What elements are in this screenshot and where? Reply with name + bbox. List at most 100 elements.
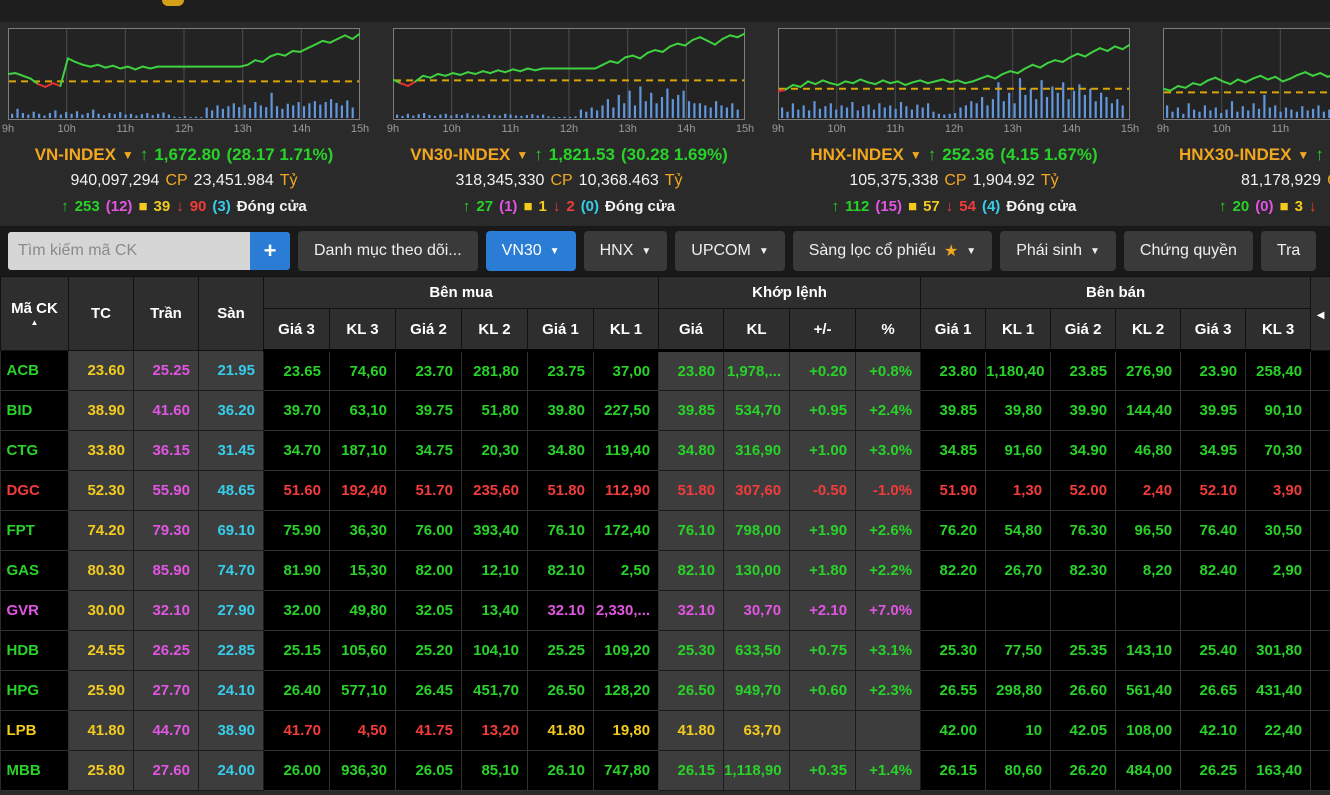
index-name-link[interactable]: HNX-INDEX [810, 142, 904, 168]
cell-buy-5[interactable]: 34.80 [528, 431, 594, 471]
cell-buy-5[interactable]: 51.80 [528, 471, 594, 511]
cell-match-3[interactable]: +0.95 [790, 391, 856, 431]
sort-asc-icon[interactable]: ▲ [1, 319, 68, 327]
cell-sell-6[interactable]: 258,40 [1246, 351, 1311, 391]
index-name-link[interactable]: VN-INDEX [35, 142, 116, 168]
header-buy-col[interactable]: KL 2 [462, 309, 528, 351]
cell-match-3[interactable]: +0.60 [790, 671, 856, 711]
header-scroll[interactable]: ◀ [1311, 277, 1330, 351]
cell-sell-5[interactable]: 42.10 [1181, 711, 1246, 751]
cell-match-1[interactable]: 51.80 [659, 471, 724, 511]
search-input[interactable] [8, 232, 250, 270]
cell-sell-4[interactable]: 108,00 [1116, 711, 1181, 751]
hnx30index-chart[interactable]: 9h10h11h12h13h14h15h [1163, 28, 1330, 138]
cell-buy-4[interactable]: 13,40 [462, 591, 528, 631]
cell-buy-1[interactable]: 41.70 [264, 711, 330, 751]
cell-buy-5[interactable]: 82.10 [528, 551, 594, 591]
cell-sell-6[interactable] [1246, 591, 1311, 631]
cell-sell-6[interactable]: 2,90 [1246, 551, 1311, 591]
cell-buy-1[interactable]: 81.90 [264, 551, 330, 591]
header-sell-col[interactable]: KL 2 [1116, 309, 1181, 351]
cell-sell-4[interactable]: 276,90 [1116, 351, 1181, 391]
cell-buy-4[interactable]: 451,70 [462, 671, 528, 711]
cell-match-4[interactable]: +2.6% [856, 511, 921, 551]
cell-sell-3[interactable]: 52.00 [1051, 471, 1116, 511]
header-sell-col[interactable]: Giá 1 [921, 309, 986, 351]
cell-match-4[interactable] [856, 711, 921, 751]
cell-buy-5[interactable]: 76.10 [528, 511, 594, 551]
cell-buy-2[interactable]: 15,30 [330, 551, 396, 591]
cell-sell-1[interactable]: 34.85 [921, 431, 986, 471]
chevron-down-icon[interactable]: ▼ [1297, 142, 1309, 168]
cell-sell-4[interactable]: 96,50 [1116, 511, 1181, 551]
cell-sell-5[interactable]: 34.95 [1181, 431, 1246, 471]
cell-buy-3[interactable]: 51.70 [396, 471, 462, 511]
chevron-down-icon[interactable]: ▼ [122, 142, 134, 168]
cell-ceiling[interactable]: 26.25 [134, 631, 199, 671]
cell-buy-1[interactable]: 34.70 [264, 431, 330, 471]
cell-buy-1[interactable]: 51.60 [264, 471, 330, 511]
cell-match-1[interactable]: 41.80 [659, 711, 724, 751]
cell-ceiling[interactable]: 55.90 [134, 471, 199, 511]
cell-match-3[interactable]: +1.80 [790, 551, 856, 591]
cell-buy-5[interactable]: 25.25 [528, 631, 594, 671]
scrollbar-track[interactable] [1311, 471, 1330, 511]
cell-match-1[interactable]: 76.10 [659, 511, 724, 551]
cell-buy-4[interactable]: 51,80 [462, 391, 528, 431]
header-floor[interactable]: Sàn [199, 277, 264, 351]
cell-symbol[interactable]: HDB [1, 631, 69, 671]
cell-sell-5[interactable]: 26.25 [1181, 751, 1246, 791]
cell-match-1[interactable]: 34.80 [659, 431, 724, 471]
cell-buy-5[interactable]: 41.80 [528, 711, 594, 751]
cell-sell-4[interactable]: 143,10 [1116, 631, 1181, 671]
cell-buy-4[interactable]: 20,30 [462, 431, 528, 471]
cell-sell-3[interactable]: 42.05 [1051, 711, 1116, 751]
cell-tc[interactable]: 38.90 [69, 391, 134, 431]
chevron-down-icon[interactable]: ▼ [516, 142, 528, 168]
toolbar-button-hnx[interactable]: HNX▼ [584, 231, 668, 271]
chevron-down-icon[interactable]: ▼ [910, 142, 922, 168]
cell-floor[interactable]: 24.00 [199, 751, 264, 791]
scrollbar-track[interactable] [1311, 631, 1330, 671]
cell-buy-5[interactable]: 23.75 [528, 351, 594, 391]
cell-ceiling[interactable]: 85.90 [134, 551, 199, 591]
cell-match-1[interactable]: 82.10 [659, 551, 724, 591]
cell-sell-5[interactable]: 82.40 [1181, 551, 1246, 591]
header-sell-col[interactable]: KL 3 [1246, 309, 1311, 351]
cell-sell-3[interactable] [1051, 591, 1116, 631]
cell-match-4[interactable]: +2.2% [856, 551, 921, 591]
cell-symbol[interactable]: GAS [1, 551, 69, 591]
vnindex-chart[interactable]: 9h10h11h12h13h14h15h [8, 28, 360, 138]
hnxindex-chart[interactable]: 9h10h11h12h13h14h15h [778, 28, 1130, 138]
cell-symbol[interactable]: CTG [1, 431, 69, 471]
cell-buy-6[interactable]: 109,20 [594, 631, 659, 671]
cell-buy-3[interactable]: 26.45 [396, 671, 462, 711]
cell-sell-1[interactable]: 76.20 [921, 511, 986, 551]
cell-sell-1[interactable]: 51.90 [921, 471, 986, 511]
cell-sell-4[interactable]: 561,40 [1116, 671, 1181, 711]
scroll-left-icon[interactable]: ◀ [1317, 310, 1325, 321]
cell-sell-3[interactable]: 25.35 [1051, 631, 1116, 671]
cell-buy-3[interactable]: 41.75 [396, 711, 462, 751]
cell-symbol[interactable]: BID [1, 391, 69, 431]
scrollbar-track[interactable] [1311, 591, 1330, 631]
cell-sell-6[interactable]: 431,40 [1246, 671, 1311, 711]
cell-ceiling[interactable]: 79.30 [134, 511, 199, 551]
cell-symbol[interactable]: FPT [1, 511, 69, 551]
cell-sell-1[interactable]: 82.20 [921, 551, 986, 591]
scrollbar-track[interactable] [1311, 711, 1330, 751]
cell-match-1[interactable]: 26.15 [659, 751, 724, 791]
toolbar-button-upcom[interactable]: UPCOM▼ [675, 231, 784, 271]
cell-buy-6[interactable]: 37,00 [594, 351, 659, 391]
cell-match-4[interactable]: +2.4% [856, 391, 921, 431]
cell-sell-2[interactable]: 298,80 [986, 671, 1051, 711]
header-sell-col[interactable]: KL 1 [986, 309, 1051, 351]
cell-ceiling[interactable]: 27.60 [134, 751, 199, 791]
header-ceiling[interactable]: Trần [134, 277, 199, 351]
cell-tc[interactable]: 30.00 [69, 591, 134, 631]
cell-sell-2[interactable]: 10 [986, 711, 1051, 751]
cell-match-3[interactable]: +0.35 [790, 751, 856, 791]
cell-tc[interactable]: 41.80 [69, 711, 134, 751]
cell-sell-6[interactable]: 22,40 [1246, 711, 1311, 751]
cell-symbol[interactable]: MBB [1, 751, 69, 791]
